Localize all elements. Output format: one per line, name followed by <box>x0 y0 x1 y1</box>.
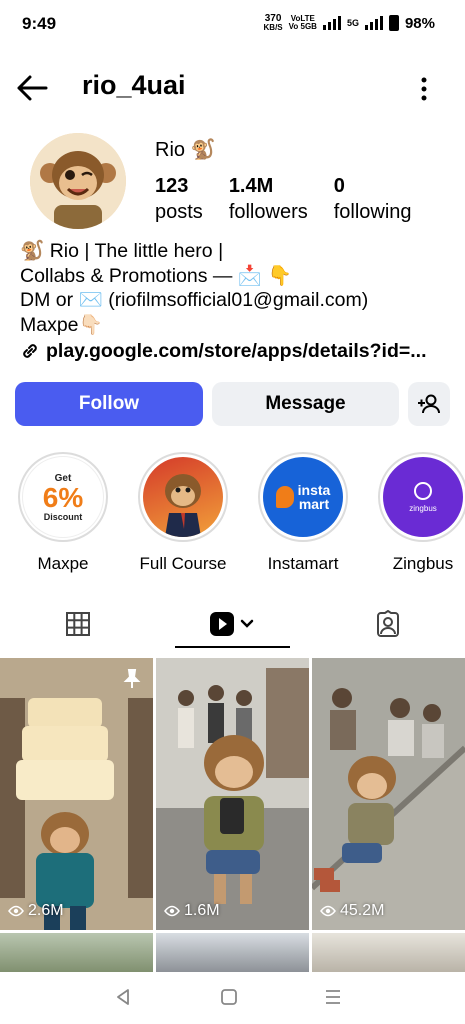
view-count: 45.2M <box>320 902 384 920</box>
suggest-users-button[interactable] <box>408 382 450 426</box>
back-nav-icon[interactable] <box>112 986 134 1008</box>
following-stat[interactable]: 0 following <box>334 174 412 226</box>
signal-icon-2 <box>364 16 383 30</box>
post-thumbnail[interactable]: 1.6M <box>156 658 309 930</box>
highlight-label: Maxpe <box>37 554 89 573</box>
link-icon <box>23 344 37 359</box>
more-options-icon[interactable] <box>415 76 433 102</box>
add-person-icon <box>418 394 440 414</box>
grid-icon <box>65 612 90 636</box>
tagged-person-icon <box>376 610 399 637</box>
status-bar: 9:49 370 KB/S VoLTE Vo 5GB 5G 98% <box>0 0 465 50</box>
back-arrow-icon[interactable] <box>16 74 48 102</box>
posts-stat[interactable]: 123 posts <box>155 174 203 226</box>
avatar[interactable] <box>30 133 126 229</box>
pin-icon <box>123 669 141 688</box>
profile-header: rio_4uai <box>0 60 465 116</box>
tab-reels[interactable] <box>155 600 310 648</box>
highlight-full-course[interactable]: Full Course <box>135 452 231 574</box>
status-time: 9:49 <box>22 14 57 33</box>
home-nav-icon[interactable] <box>218 986 240 1008</box>
eye-icon <box>320 905 336 917</box>
battery-icon <box>388 15 399 31</box>
highlight-ring: insta mart <box>258 452 348 542</box>
view-count: 2.6M <box>8 902 64 920</box>
post-thumbnail[interactable] <box>312 933 465 973</box>
highlight-label: Instamart <box>267 554 339 573</box>
highlight-ring <box>138 452 228 542</box>
eye-icon <box>164 905 180 917</box>
post-thumbnail[interactable] <box>156 933 309 973</box>
post-thumbnail[interactable] <box>0 933 153 973</box>
post-thumbnail[interactable]: 2.6M <box>0 658 153 930</box>
bio-line: Collabs & Promotions — 📩 👇 <box>20 264 292 287</box>
highlight-instamart[interactable]: insta mart Instamart <box>255 452 351 574</box>
recents-nav-icon[interactable] <box>322 986 344 1008</box>
system-navigation-bar <box>0 972 465 1024</box>
maxpe-discount-icon: Get 6% Discount <box>22 456 104 538</box>
eye-icon <box>8 905 24 917</box>
profile-username: rio_4uai <box>82 70 186 100</box>
message-button[interactable]: Message <box>212 382 399 426</box>
running-monkey-image <box>156 658 309 930</box>
monkey-avatar-icon <box>30 133 126 229</box>
display-name: Rio 🐒 <box>155 139 216 161</box>
highlight-maxpe[interactable]: Get 6% Discount Maxpe <box>15 452 111 574</box>
highlight-label: Full Course <box>139 554 227 573</box>
status-icons: 370 KB/S VoLTE Vo 5GB 5G 98% <box>264 14 435 32</box>
construction-monkey-image <box>312 658 465 930</box>
volte-indicator: VoLTE Vo 5GB <box>288 14 317 31</box>
network-type: 5G <box>346 18 359 28</box>
highlight-label: Zingbus <box>392 554 454 573</box>
followers-stat[interactable]: 1.4M followers <box>229 174 308 226</box>
course-monkey-icon <box>143 457 223 537</box>
profile-tabs <box>0 600 465 650</box>
active-tab-indicator <box>175 646 290 648</box>
bio-line: Maxpe👇🏻 <box>20 313 103 336</box>
network-speed: 370 KB/S <box>263 13 283 32</box>
bio-line: 🐒 Rio | The little hero | <box>20 240 224 262</box>
tab-grid[interactable] <box>0 600 155 648</box>
bio-line: DM or ✉️ (riofilmsofficial01@gmail.com) <box>20 289 369 311</box>
tab-tagged[interactable] <box>310 600 465 648</box>
follow-button[interactable]: Follow <box>15 382 203 426</box>
cake-monkey-image <box>0 658 153 930</box>
profile-link-text[interactable]: play.google.com/store/apps/details?id=..… <box>46 339 427 364</box>
zingbus-logo-icon: zingbus <box>383 457 463 537</box>
highlight-ring: Get 6% Discount <box>18 452 108 542</box>
highlight-ring: zingbus <box>378 452 465 542</box>
profile-stats: 123 posts 1.4M followers 0 following <box>155 174 438 226</box>
view-count: 1.6M <box>164 902 220 920</box>
reels-icon <box>209 612 253 636</box>
highlight-zingbus[interactable]: zingbus Zingbus <box>375 452 465 574</box>
profile-bio: 🐒 Rio | The little hero | Collabs & Prom… <box>20 239 450 364</box>
profile-link[interactable]: play.google.com/store/apps/details?id=..… <box>20 339 450 364</box>
instamart-logo-icon: insta mart <box>263 457 343 537</box>
signal-icon <box>322 16 341 30</box>
post-thumbnail[interactable]: 45.2M <box>312 658 465 930</box>
battery-percent: 98% <box>404 14 435 32</box>
